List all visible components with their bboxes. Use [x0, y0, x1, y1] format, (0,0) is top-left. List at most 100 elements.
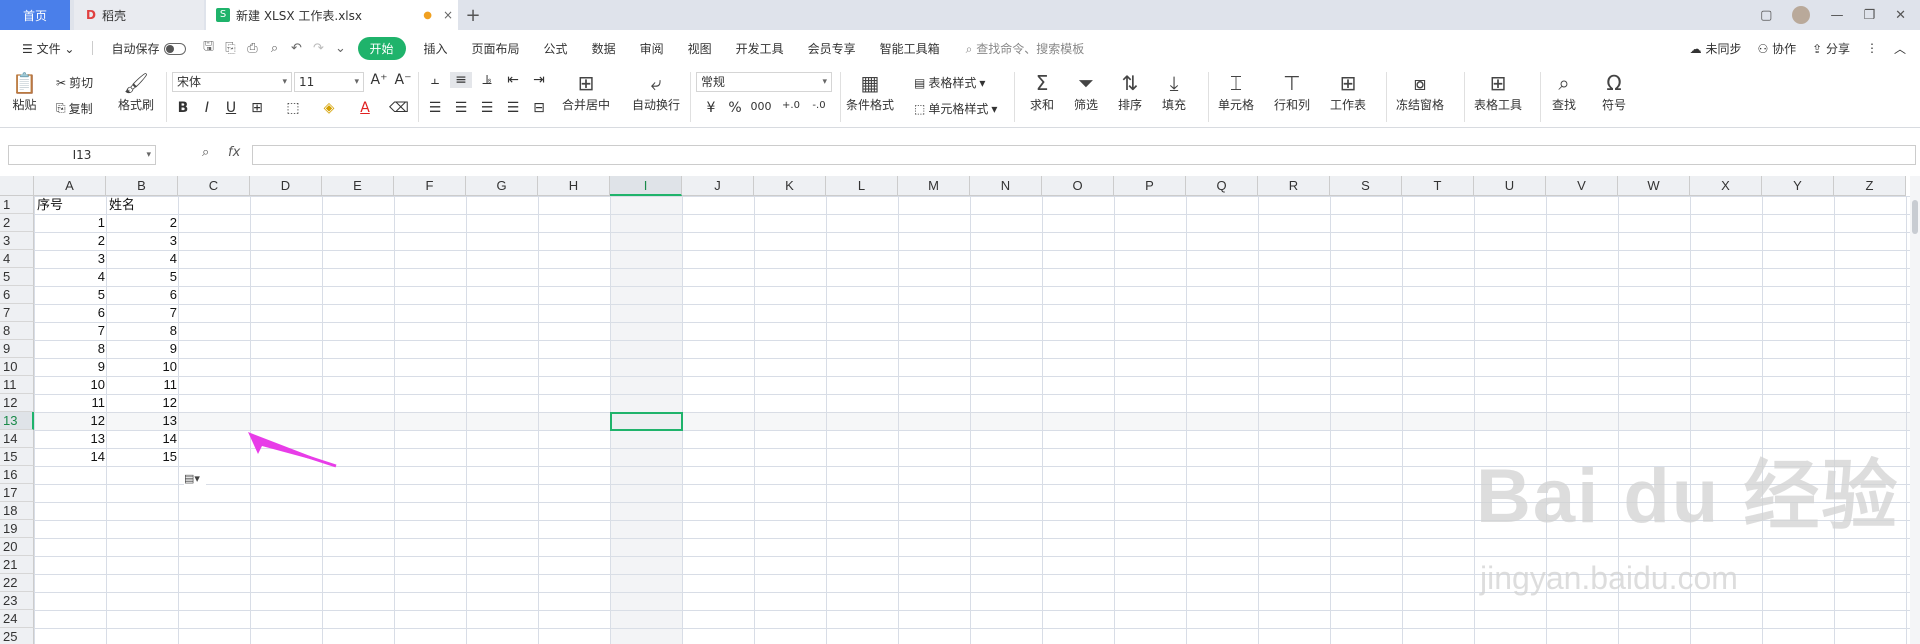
column-header-y[interactable]: Y — [1762, 176, 1834, 196]
increase-font-icon[interactable]: A⁺ — [368, 72, 390, 88]
menu-insert[interactable]: 插入 — [412, 40, 460, 57]
row-header-18[interactable]: 18 — [0, 502, 34, 520]
cell-b4[interactable]: 4 — [109, 250, 177, 268]
effects-icon[interactable]: ⬚ — [282, 100, 304, 116]
cell-a13[interactable]: 12 — [37, 412, 105, 430]
row-header-12[interactable]: 12 — [0, 394, 34, 412]
column-header-k[interactable]: K — [754, 176, 826, 196]
row-header-10[interactable]: 10 — [0, 358, 34, 376]
column-header-o[interactable]: O — [1042, 176, 1114, 196]
cell-a7[interactable]: 6 — [37, 304, 105, 322]
menu-data[interactable]: 数据 — [580, 40, 628, 57]
thousands-icon[interactable]: 000 — [750, 100, 772, 113]
save-icon[interactable]: 🖫 — [198, 37, 220, 59]
column-header-v[interactable]: V — [1546, 176, 1618, 196]
row-col-button[interactable]: ⊤ 行和列 — [1274, 70, 1310, 113]
wrap-text-button[interactable]: ⤶ 自动换行 — [632, 70, 680, 113]
distributed-icon[interactable]: ⊟ — [528, 100, 550, 116]
redo-icon[interactable]: ↷ — [308, 41, 330, 56]
column-header-d[interactable]: D — [250, 176, 322, 196]
cell-a2[interactable]: 1 — [37, 214, 105, 232]
menu-smart-toolbox[interactable]: 智能工具箱 — [868, 40, 952, 57]
cell-b5[interactable]: 5 — [109, 268, 177, 286]
command-search[interactable]: ⌕ 查找命令、搜索模板 — [966, 40, 1085, 57]
cut-button[interactable]: ✂ 剪切 — [56, 74, 93, 91]
vertical-scrollbar[interactable] — [1910, 176, 1920, 644]
cell-a1[interactable]: 序号 — [37, 196, 105, 214]
align-middle-icon[interactable]: ≡ — [450, 72, 472, 88]
column-header-m[interactable]: M — [898, 176, 970, 196]
merge-center-button[interactable]: ⊞ 合并居中 — [562, 70, 610, 113]
border-icon[interactable]: ⊞ — [246, 100, 268, 116]
menu-formulas[interactable]: 公式 — [532, 40, 580, 57]
row-header-11[interactable]: 11 — [0, 376, 34, 394]
column-header-l[interactable]: L — [826, 176, 898, 196]
name-box[interactable]: I13 ▾ — [8, 145, 156, 165]
currency-icon[interactable]: ¥ — [700, 100, 722, 116]
sum-button[interactable]: Σ 求和 — [1030, 70, 1054, 113]
align-left-icon[interactable]: ☰ — [424, 100, 446, 116]
fill-color-icon[interactable]: ◈ — [318, 100, 340, 116]
italic-icon[interactable]: I — [196, 100, 218, 116]
row-header-6[interactable]: 6 — [0, 286, 34, 304]
menu-developer[interactable]: 开发工具 — [724, 40, 796, 57]
table-style-button[interactable]: ▤ 表格样式 ▾ — [914, 74, 985, 91]
print-preview-icon[interactable]: ⌕ — [264, 41, 286, 56]
collab-button[interactable]: ⚇ 协作 — [1757, 40, 1796, 57]
font-size-select[interactable]: 11 ▾ — [294, 72, 364, 92]
column-header-i[interactable]: I — [610, 176, 682, 196]
cell-b7[interactable]: 7 — [109, 304, 177, 322]
row-header-13[interactable]: 13 — [0, 412, 34, 430]
row-header-1[interactable]: 1 — [0, 196, 34, 214]
increase-decimal-icon[interactable]: +.0 — [780, 100, 802, 111]
formula-input[interactable] — [252, 145, 1916, 165]
find-button[interactable]: ⌕ 查找 — [1552, 70, 1576, 113]
tab-home[interactable]: 首页 — [0, 0, 70, 30]
cell-a6[interactable]: 5 — [37, 286, 105, 304]
cell-a4[interactable]: 3 — [37, 250, 105, 268]
row-header-23[interactable]: 23 — [0, 592, 34, 610]
row-header-21[interactable]: 21 — [0, 556, 34, 574]
paste-options-icon[interactable]: ▤▾ — [184, 472, 206, 486]
row-header-8[interactable]: 8 — [0, 322, 34, 340]
column-header-f[interactable]: F — [394, 176, 466, 196]
decrease-indent-icon[interactable]: ⇤ — [502, 72, 524, 88]
cell-b10[interactable]: 10 — [109, 358, 177, 376]
more-options-icon[interactable]: ⋮ — [1866, 41, 1878, 55]
font-color-icon[interactable]: A — [354, 100, 376, 116]
copy-button[interactable]: ⎘ 复制 — [56, 100, 93, 117]
cell-b13[interactable]: 13 — [109, 412, 177, 430]
number-format-select[interactable]: 常规 ▾ — [696, 72, 832, 92]
cell-b11[interactable]: 11 — [109, 376, 178, 394]
cell-b14[interactable]: 14 — [109, 430, 177, 448]
collapse-ribbon-icon[interactable]: ︿ — [1894, 40, 1906, 57]
output-icon[interactable]: ⎘ — [220, 41, 242, 56]
row-header-15[interactable]: 15 — [0, 448, 34, 466]
menu-member[interactable]: 会员专享 — [796, 40, 868, 57]
row-header-3[interactable]: 3 — [0, 232, 34, 250]
row-header-7[interactable]: 7 — [0, 304, 34, 322]
percent-icon[interactable]: % — [724, 100, 746, 116]
row-header-24[interactable]: 24 — [0, 610, 34, 628]
share-button[interactable]: ⇪ 分享 — [1812, 40, 1850, 57]
cell-b3[interactable]: 3 — [109, 232, 177, 250]
column-header-s[interactable]: S — [1330, 176, 1402, 196]
format-painter-button[interactable]: 🖌 格式刷 — [118, 70, 154, 113]
column-header-p[interactable]: P — [1114, 176, 1186, 196]
column-header-u[interactable]: U — [1474, 176, 1546, 196]
align-center-icon[interactable]: ☰ — [450, 100, 472, 116]
cell-a15[interactable]: 14 — [37, 448, 105, 466]
fill-button[interactable]: ⤓ 填充 — [1162, 70, 1186, 113]
clear-format-icon[interactable]: ⌫ — [388, 100, 410, 116]
column-header-c[interactable]: C — [178, 176, 250, 196]
column-header-g[interactable]: G — [466, 176, 538, 196]
column-header-t[interactable]: T — [1402, 176, 1474, 196]
row-header-2[interactable]: 2 — [0, 214, 34, 232]
print-icon[interactable]: ⎙ — [242, 41, 264, 56]
filter-button[interactable]: ⏷ 筛选 — [1074, 70, 1098, 113]
tab-file[interactable]: S 新建 XLSX 工作表.xlsx ● × — [206, 0, 458, 30]
more-chevron-icon[interactable]: ⌄ — [330, 41, 352, 56]
cell-a3[interactable]: 2 — [37, 232, 105, 250]
select-all-corner[interactable] — [0, 176, 34, 196]
decrease-decimal-icon[interactable]: -.0 — [808, 100, 830, 111]
